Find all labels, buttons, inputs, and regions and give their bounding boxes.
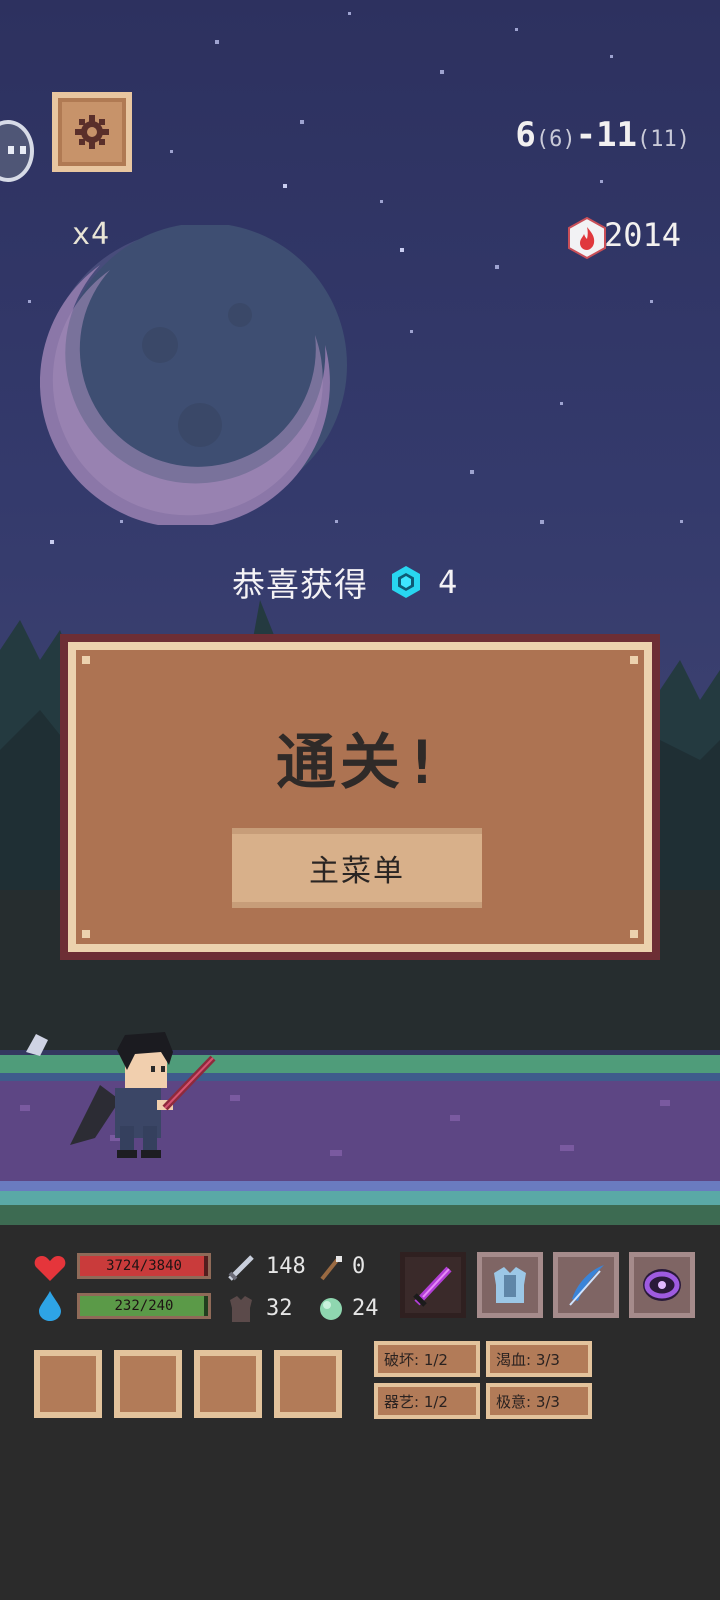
- water-drop-icon: [39, 1291, 61, 1321]
- reward-line: 恭喜获得 4: [232, 558, 457, 606]
- attack-value: 148: [266, 1254, 306, 1279]
- magic-value: 0: [352, 1254, 366, 1279]
- heart-icon: [34, 1256, 66, 1281]
- sparkle-icon: [26, 1034, 48, 1056]
- hp-label: 3724/3840: [106, 1258, 182, 1274]
- main-menu-button[interactable]: 主菜单: [232, 828, 482, 908]
- buff-badge[interactable]: 器艺: 1/2: [374, 1383, 480, 1419]
- corner-rivet: [630, 930, 638, 938]
- fire-icon: [568, 217, 606, 259]
- score-value: 2014: [604, 216, 682, 254]
- equip-slot-weapon[interactable]: [400, 1252, 466, 1318]
- skill-slot-1[interactable]: [34, 1350, 102, 1418]
- buff-badge[interactable]: 渴血: 3/3: [486, 1341, 592, 1377]
- stage-indicator: 6(6)-11(11): [515, 115, 690, 155]
- mp-label: 232/240: [114, 1298, 174, 1314]
- feather-icon: [569, 1265, 604, 1306]
- corner-rivet: [82, 930, 90, 938]
- corner-rivet: [82, 656, 90, 664]
- hp-bar: 3724/3840: [77, 1253, 211, 1279]
- armor-icon: [230, 1296, 252, 1322]
- skill-slot-2[interactable]: [114, 1350, 182, 1418]
- orb-icon: [320, 1298, 342, 1320]
- mp-bar: 232/240: [77, 1293, 211, 1319]
- stage-main-b: 11: [596, 115, 638, 155]
- equip-slot-accessory[interactable]: [553, 1252, 619, 1318]
- crescent-moon: [40, 225, 347, 525]
- sword-icon: [228, 1255, 254, 1281]
- stage-main-a: 6: [515, 115, 536, 155]
- stage-sub-b: (11): [637, 127, 690, 152]
- wand-icon: [320, 1256, 342, 1281]
- skill-slot-3[interactable]: [194, 1350, 262, 1418]
- settings-button[interactable]: [52, 92, 132, 172]
- skill-slot-4[interactable]: [274, 1350, 342, 1418]
- corner-rivet: [630, 656, 638, 664]
- buff-badge[interactable]: 破坏: 1/2: [374, 1341, 480, 1377]
- dialog-title: 通关!: [275, 728, 445, 798]
- equip-slot-armor[interactable]: [477, 1252, 543, 1318]
- chest-armor-icon: [494, 1267, 526, 1303]
- player-character: [70, 1032, 216, 1158]
- reward-text: 恭喜获得: [232, 565, 368, 604]
- stage-sub-a: (6): [535, 127, 576, 152]
- purple-sword-icon: [413, 1266, 452, 1307]
- game-speed-toggle[interactable]: x4: [72, 217, 110, 252]
- dialog-panel: 通关! 主菜单: [76, 650, 644, 944]
- dialog-frame: 通关! 主菜单: [68, 642, 652, 952]
- resistance-value: 24: [352, 1296, 379, 1321]
- gear-icon: [75, 115, 109, 149]
- equip-slot-ring[interactable]: [629, 1252, 695, 1318]
- reward-count: 4: [438, 563, 458, 601]
- defense-value: 32: [266, 1296, 293, 1321]
- purple-ring-icon: [643, 1269, 681, 1301]
- gem-icon: [392, 566, 420, 598]
- game-scene: [0, 0, 720, 1225]
- stage-clear-dialog: 通关! 主菜单: [60, 634, 660, 960]
- buff-badge[interactable]: 极意: 3/3: [486, 1383, 592, 1419]
- stage-separator: -: [575, 115, 597, 155]
